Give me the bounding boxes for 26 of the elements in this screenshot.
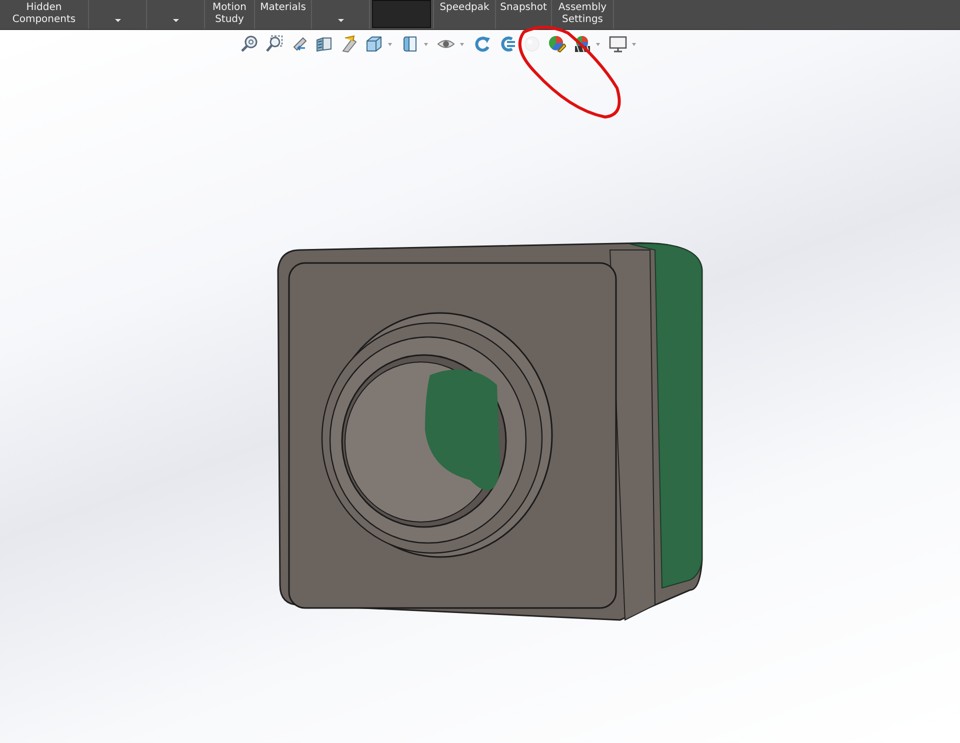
ribbon-button[interactable]: Motion Study xyxy=(205,0,255,29)
rotate-icon[interactable] xyxy=(473,35,491,53)
monitor-icon[interactable] xyxy=(609,35,627,53)
ribbon-button[interactable]: Snapshot xyxy=(496,0,552,29)
caret-icon xyxy=(338,19,344,22)
zoom-to-fit-icon[interactable] xyxy=(240,35,258,53)
ribbon-button[interactable]: Hidden Components xyxy=(0,0,89,29)
roll-icon[interactable] xyxy=(498,35,516,53)
section-view-icon[interactable] xyxy=(315,35,333,53)
ribbon-button[interactable]: Speedpak xyxy=(434,0,496,29)
color-swatch[interactable] xyxy=(372,0,431,28)
box-icon[interactable] xyxy=(401,35,419,53)
scene-icon[interactable] xyxy=(573,35,591,53)
caret-icon[interactable] xyxy=(460,42,464,46)
ribbon-button[interactable]: Assembly Settings xyxy=(552,0,614,29)
annotation-icon[interactable] xyxy=(340,35,358,53)
zoom-area-icon[interactable] xyxy=(265,35,283,53)
ribbon-button[interactable]: Materials xyxy=(255,0,312,29)
cube-icon[interactable] xyxy=(365,35,383,53)
caret-icon[interactable] xyxy=(424,42,428,46)
caret-icon[interactable] xyxy=(632,42,636,46)
caret-icon[interactable] xyxy=(596,42,600,46)
caret-icon[interactable] xyxy=(388,42,392,46)
color-ball-icon[interactable] xyxy=(548,35,566,53)
caret-icon xyxy=(114,19,120,22)
caret-icon xyxy=(172,19,178,22)
